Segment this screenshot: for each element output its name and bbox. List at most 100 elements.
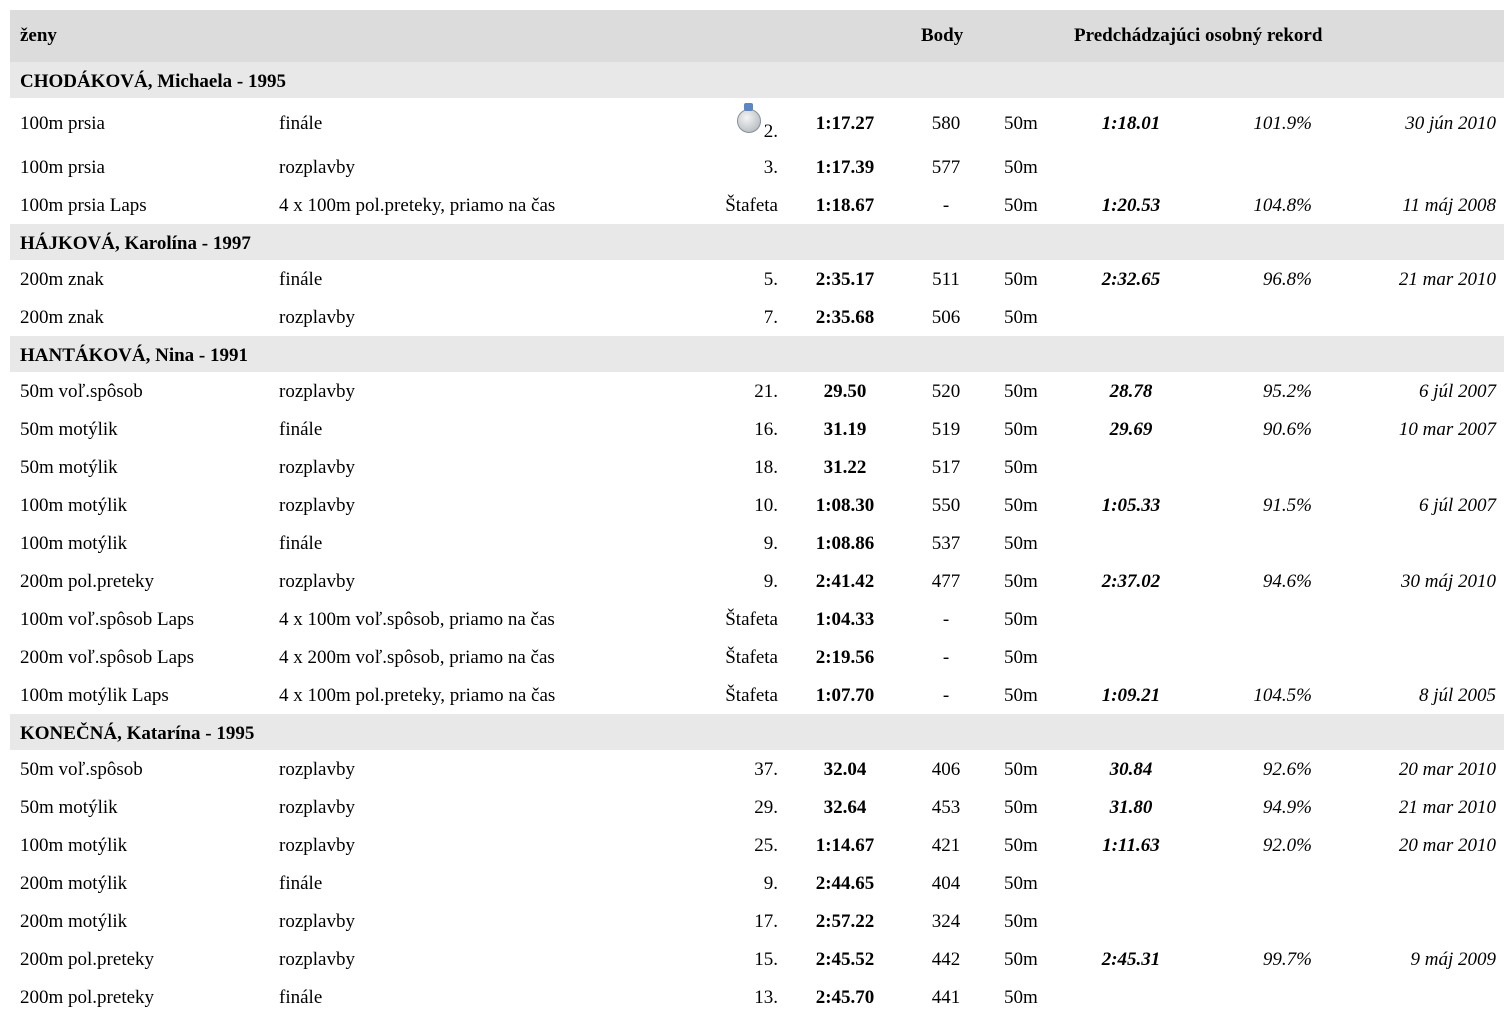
pool-length: 50m <box>1004 759 1038 780</box>
pool-length: 50m <box>1004 195 1038 216</box>
previous-record-time: 28.78 <box>1109 381 1153 402</box>
event-name: 50m motýlik <box>20 457 118 478</box>
round-name: rozplavby <box>279 157 355 178</box>
result-time: 32.04 <box>823 759 867 780</box>
table-row: 100m motýlik finále 9. 1:08.86 537 50m <box>10 524 1504 562</box>
points: - <box>942 609 950 630</box>
place: 2. <box>736 103 778 143</box>
points-header: Body <box>921 25 964 46</box>
previous-record-time: 1:11.63 <box>1102 835 1160 856</box>
percent-of-record: 91.5% <box>1262 495 1312 516</box>
round-name: rozplavby <box>279 835 355 856</box>
previous-record-time: 31.80 <box>1109 797 1153 818</box>
previous-record-time: 1:09.21 <box>1101 685 1161 706</box>
result-time: 31.19 <box>823 419 867 440</box>
event-name: 100m motýlik Laps <box>20 685 169 706</box>
event-name: 200m voľ.spôsob Laps <box>20 647 194 668</box>
percent-of-record: 94.6% <box>1262 571 1312 592</box>
previous-record-time: 29.69 <box>1109 419 1153 440</box>
table-row: 100m voľ.spôsob Laps 4 x 100m voľ.spôsob,… <box>10 600 1504 638</box>
record-date: 21 mar 2010 <box>1398 797 1496 818</box>
percent-of-record: 94.9% <box>1262 797 1312 818</box>
percent-of-record: 104.8% <box>1253 195 1312 216</box>
result-time: 31.22 <box>823 457 867 478</box>
athlete-name: HANTÁKOVÁ, Nina - 1991 <box>20 345 249 366</box>
event-name: 100m motýlik <box>20 533 128 554</box>
points: 406 <box>931 759 961 780</box>
gender-header: ženy <box>20 25 57 46</box>
result-time: 2:35.17 <box>815 269 875 290</box>
result-time: 2:45.70 <box>815 987 875 1008</box>
result-time: 2:35.68 <box>815 307 875 328</box>
percent-of-record: 104.5% <box>1253 685 1312 706</box>
table-row: 100m prsia finále 2. 1:17.27 580 50m 1:18.01 10… <box>10 98 1504 148</box>
event-name: 50m motýlik <box>20 797 118 818</box>
table-header: ženy Body Predchádzajúci osobný rekord <box>10 10 1504 62</box>
round-name: rozplavby <box>279 381 355 402</box>
place: 29. <box>754 797 778 818</box>
athlete-name: HÁJKOVÁ, Karolína - 1997 <box>20 233 251 254</box>
place: 37. <box>754 759 778 780</box>
points: 577 <box>931 157 961 178</box>
result-time: 2:19.56 <box>815 647 875 668</box>
table-row: 200m motýlik finále 9. 2:44.65 404 50m <box>10 864 1504 902</box>
pool-length: 50m <box>1004 571 1038 592</box>
event-name: 200m pol.preteky <box>20 571 155 592</box>
pool-length: 50m <box>1004 987 1038 1008</box>
place: 7. <box>763 307 778 328</box>
table-row: 200m pol.preteky rozplavby 15. 2:45.52 442 50… <box>10 940 1504 978</box>
previous-record-time: 1:20.53 <box>1101 195 1161 216</box>
previous-record-time: 1:18.01 <box>1101 113 1161 134</box>
pool-length: 50m <box>1004 269 1038 290</box>
result-time: 2:44.65 <box>815 873 875 894</box>
round-name: 4 x 100m voľ.spôsob, priamo na čas <box>279 609 555 630</box>
event-name: 100m motýlik <box>20 495 128 516</box>
previous-record-time: 1:05.33 <box>1101 495 1161 516</box>
event-name: 100m motýlik <box>20 835 128 856</box>
result-time: 2:45.52 <box>815 949 875 970</box>
record-date: 11 máj 2008 <box>1402 195 1496 216</box>
place: 10. <box>754 495 778 516</box>
pool-length: 50m <box>1004 381 1038 402</box>
previous-record-time: 2:37.02 <box>1101 571 1161 592</box>
table-row: 50m voľ.spôsob rozplavby 21. 29.50 520 50m 28.… <box>10 372 1504 410</box>
table-row: 100m prsia Laps 4 x 100m pol.preteky, pri… <box>10 186 1504 224</box>
pool-length: 50m <box>1004 797 1038 818</box>
athlete-name: CHODÁKOVÁ, Michaela - 1995 <box>20 71 286 92</box>
record-date: 30 máj 2010 <box>1401 571 1496 592</box>
table-row: 50m motýlik finále 16. 31.19 519 50m 29.69 90.6… <box>10 410 1504 448</box>
event-name: 100m prsia <box>20 157 105 178</box>
table-row: 100m motýlik rozplavby 25. 1:14.67 421 50m 1:1… <box>10 826 1504 864</box>
round-name: rozplavby <box>279 457 355 478</box>
points: 324 <box>931 911 961 932</box>
table-row: 200m motýlik rozplavby 17. 2:57.22 324 50m <box>10 902 1504 940</box>
table-row: 50m motýlik rozplavby 29. 32.64 453 50m 31.80 9… <box>10 788 1504 826</box>
result-time: 1:17.39 <box>815 157 875 178</box>
place: 21. <box>754 381 778 402</box>
percent-of-record: 90.6% <box>1262 419 1312 440</box>
place: 9. <box>763 571 778 592</box>
round-name: finále <box>279 987 323 1008</box>
pool-length: 50m <box>1004 647 1038 668</box>
record-date: 8 júl 2005 <box>1418 685 1496 706</box>
place: 5. <box>763 269 778 290</box>
table-body: CHODÁKOVÁ, Michaela - 1995 100m prsia finá… <box>10 62 1504 1016</box>
percent-of-record: 101.9% <box>1253 113 1312 134</box>
result-time: 1:04.33 <box>815 609 875 630</box>
previous-record-time: 2:32.65 <box>1101 269 1161 290</box>
record-date: 6 júl 2007 <box>1418 495 1496 516</box>
result-time: 1:08.86 <box>815 533 875 554</box>
table-row: 50m voľ.spôsob rozplavby 37. 32.04 406 50m 30.… <box>10 750 1504 788</box>
record-date: 20 mar 2010 <box>1398 835 1496 856</box>
points: 453 <box>931 797 961 818</box>
event-name: 100m voľ.spôsob Laps <box>20 609 194 630</box>
table-row: 200m pol.preteky finále 13. 2:45.70 441 50m <box>10 978 1504 1016</box>
points: 580 <box>931 113 961 134</box>
pool-length: 50m <box>1004 873 1038 894</box>
previous-record-header: Predchádzajúci osobný rekord <box>1074 25 1323 46</box>
place: 9. <box>763 533 778 554</box>
result-time: 29.50 <box>823 381 867 402</box>
place: 16. <box>754 419 778 440</box>
event-name: 200m pol.preteky <box>20 987 155 1008</box>
event-name: 50m voľ.spôsob <box>20 759 143 780</box>
